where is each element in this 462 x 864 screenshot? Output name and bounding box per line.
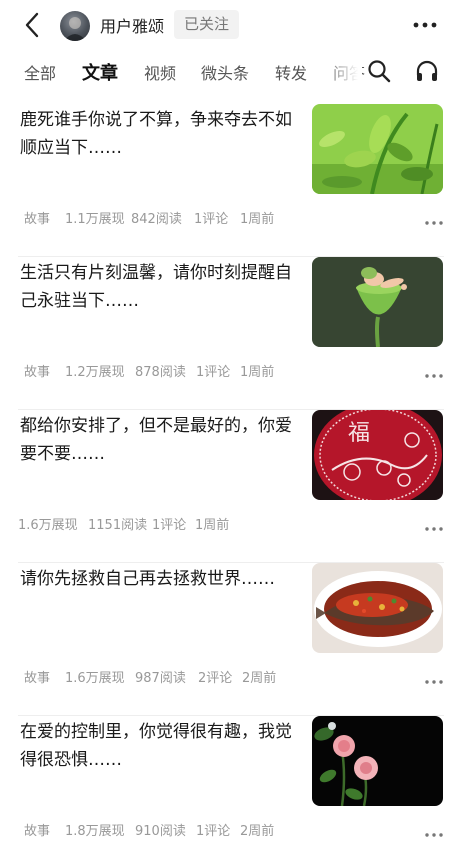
article-meta: 故事 1.6万展现 987阅读 2评论 2周前 — [0, 667, 440, 687]
tab-fade-overlay — [322, 50, 362, 92]
chevron-left-icon — [25, 12, 39, 38]
article-more-button[interactable] — [424, 212, 444, 225]
article-thumbnail[interactable]: 福 — [312, 410, 443, 500]
svg-text:福: 福 — [348, 421, 370, 446]
article-more-button[interactable] — [424, 671, 444, 684]
fu-character-red-image: 福 — [312, 410, 443, 500]
search-icon — [368, 60, 391, 83]
top-bar: 用户雅颂 已关注 — [0, 0, 462, 50]
article-meta: 故事 1.2万展现 878阅读 1评论 1周前 — [0, 361, 440, 381]
article-reads: 1151阅读 — [88, 518, 148, 533]
more-horizontal-icon — [425, 221, 443, 225]
green-plant-image — [312, 104, 443, 194]
tab-all[interactable]: 全部 — [24, 60, 56, 84]
baby-in-lotus-pod-image — [312, 257, 443, 347]
article-meta: 故事 1.8万展现 910阅读 1评论 2周前 — [0, 820, 440, 840]
article-views: 1.2万展现 — [65, 365, 125, 380]
more-horizontal-icon — [413, 22, 437, 28]
tab-articles[interactable]: 文章 — [82, 59, 118, 85]
article-comments: 1评论 — [194, 212, 229, 227]
article-views: 1.8万展现 — [65, 824, 125, 839]
article-more-button[interactable] — [424, 824, 444, 837]
article-category: 故事 — [24, 824, 51, 839]
article-category: 故事 — [24, 212, 51, 227]
article-item[interactable]: 生活只有片刻温馨，请你时刻提醒自己永驻当下…… 故事 1.2万展现 878阅读 … — [0, 257, 462, 410]
article-thumbnail[interactable] — [312, 257, 443, 347]
article-views: 1.1万展现 — [65, 212, 125, 227]
article-meta: 故事 1.1万展现 842阅读 1评论 1周前 — [0, 208, 440, 228]
article-views: 1.6万展现 — [18, 518, 78, 533]
avatar[interactable] — [60, 11, 90, 41]
more-options-button[interactable] — [412, 13, 438, 37]
article-time: 1周前 — [195, 518, 230, 533]
article-comments: 1评论 — [196, 365, 231, 380]
article-title[interactable]: 在爱的控制里，你觉得很有趣，我觉得很恐惧…… — [20, 718, 294, 774]
avatar-icon — [64, 17, 86, 41]
article-title[interactable]: 鹿死谁手你说了不算，争来夺去不如顺应当下…… — [20, 106, 294, 162]
article-reads: 987阅读 — [135, 671, 186, 686]
article-item[interactable]: 都给你安排了，但不是最好的，你爱要不要…… 福 1.6万展现 1151阅读 1评… — [0, 410, 462, 563]
article-time: 1周前 — [240, 365, 275, 380]
article-time: 1周前 — [240, 212, 275, 227]
more-horizontal-icon — [425, 527, 443, 531]
article-item[interactable]: 请你先拯救自己再去拯救世界…… 故事 1.6万展现 987阅读 2评论 2周前 — [0, 563, 462, 716]
article-comments: 1评论 — [196, 824, 231, 839]
chili-fish-dish-image — [312, 563, 443, 653]
listen-button[interactable] — [414, 58, 440, 84]
article-title[interactable]: 请你先拯救自己再去拯救世界…… — [20, 565, 294, 593]
article-item[interactable]: 鹿死谁手你说了不算，争来夺去不如顺应当下…… 故事 1.1万展现 842阅读 1… — [0, 104, 462, 257]
article-comments: 2评论 — [198, 671, 233, 686]
article-title[interactable]: 生活只有片刻温馨，请你时刻提醒自己永驻当下…… — [20, 259, 294, 315]
back-button[interactable] — [18, 10, 46, 40]
article-meta: 1.6万展现 1151阅读 1评论 1周前 — [0, 514, 440, 534]
tab-videos[interactable]: 视频 — [144, 60, 176, 84]
article-thumbnail[interactable] — [312, 563, 443, 653]
username[interactable]: 用户雅颂 — [100, 13, 164, 37]
article-time: 2周前 — [242, 671, 277, 686]
headphones-icon — [416, 60, 438, 81]
article-thumbnail[interactable] — [312, 716, 443, 806]
follow-button[interactable]: 已关注 — [174, 10, 240, 39]
tab-micro-posts[interactable]: 微头条 — [201, 60, 249, 84]
article-views: 1.6万展现 — [65, 671, 125, 686]
article-category: 故事 — [24, 365, 51, 380]
article-reads: 910阅读 — [135, 824, 186, 839]
article-comments: 1评论 — [152, 518, 187, 533]
article-thumbnail[interactable] — [312, 104, 443, 194]
article-time: 2周前 — [240, 824, 275, 839]
article-title[interactable]: 都给你安排了，但不是最好的，你爱要不要…… — [20, 412, 294, 468]
more-horizontal-icon — [425, 374, 443, 378]
article-item[interactable]: 在爱的控制里，你觉得很有趣，我觉得很恐惧…… 故事 1.8万展现 910阅读 1… — [0, 716, 462, 864]
more-horizontal-icon — [425, 680, 443, 684]
article-reads: 842阅读 — [131, 212, 182, 227]
article-reads: 878阅读 — [135, 365, 186, 380]
content-tabs: 全部 文章 视频 微头条 转发 问答 — [0, 50, 462, 92]
tab-reposts[interactable]: 转发 — [275, 60, 307, 84]
article-more-button[interactable] — [424, 365, 444, 378]
article-category: 故事 — [24, 671, 51, 686]
article-more-button[interactable] — [424, 518, 444, 531]
search-button[interactable] — [366, 58, 392, 84]
more-horizontal-icon — [425, 833, 443, 837]
pink-roses-image — [312, 716, 443, 806]
